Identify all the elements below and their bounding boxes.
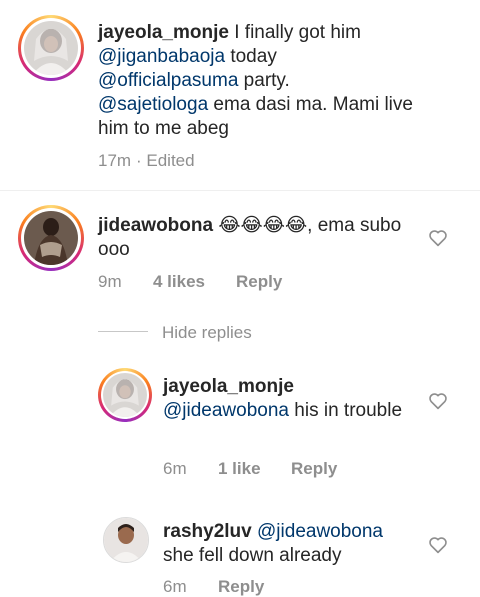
reply-text: jayeola_monje @jideawobona his in trouble xyxy=(163,375,413,423)
comment-time: 17m xyxy=(98,151,132,170)
mention-link[interactable]: @jideawobona xyxy=(163,400,289,421)
comment-body-part: I finally got him xyxy=(228,22,361,43)
mention-link[interactable]: @jiganbabaoja xyxy=(98,46,225,67)
comment-text: jayeola_monje I finally got him @jiganba… xyxy=(98,21,428,141)
heart-outline-icon[interactable] xyxy=(428,536,448,554)
comment-body-part: today xyxy=(225,46,277,67)
likes-count[interactable]: 4 likes xyxy=(153,272,205,292)
reply-text: rashy2luv @jideawobona she fell down alre… xyxy=(163,520,413,568)
reply-button[interactable]: Reply xyxy=(218,577,264,597)
reply-body: she fell down already xyxy=(163,545,342,566)
mention-link[interactable]: @jideawobona xyxy=(257,521,383,542)
likes-count[interactable]: 1 like xyxy=(218,459,261,479)
avatar-jideawobona[interactable] xyxy=(18,205,84,271)
avatar-rashy2luv[interactable] xyxy=(103,517,149,563)
avatar-photo xyxy=(103,373,147,417)
reply-body: his in trouble xyxy=(289,400,403,421)
reply-button[interactable]: Reply xyxy=(291,459,337,479)
heart-outline-icon[interactable] xyxy=(428,229,448,247)
comment-username[interactable]: jayeola_monje xyxy=(98,22,229,43)
mention-link[interactable]: @sajetiologa xyxy=(98,94,208,115)
divider xyxy=(0,190,480,191)
reply-button[interactable]: Reply xyxy=(236,272,282,292)
avatar-photo xyxy=(24,21,78,75)
comment-username[interactable]: jideawobona xyxy=(98,215,213,236)
reply-time: 6m xyxy=(163,459,187,478)
reply-username[interactable]: jayeola_monje xyxy=(163,376,294,397)
comment-time: 9m xyxy=(98,272,122,291)
heart-outline-icon[interactable] xyxy=(428,392,448,410)
comment-body-part: party. xyxy=(238,70,290,91)
reply-username[interactable]: rashy2luv xyxy=(163,521,252,542)
mention-link[interactable]: @officialpasuma xyxy=(98,70,238,91)
reply-time: 6m xyxy=(163,577,187,596)
avatar-photo xyxy=(24,211,78,265)
hide-replies-button[interactable]: Hide replies xyxy=(162,323,252,343)
edited-label: · Edited xyxy=(136,151,195,170)
laughing-emoji: 😂😂😂😂 xyxy=(218,214,308,236)
avatar-jayeola-monje[interactable] xyxy=(98,368,152,422)
avatar-jayeola-monje[interactable] xyxy=(18,15,84,81)
comment-text: jideawobona 😂😂😂😂, ema subo ooo xyxy=(98,213,418,262)
hide-replies-line xyxy=(98,331,148,332)
